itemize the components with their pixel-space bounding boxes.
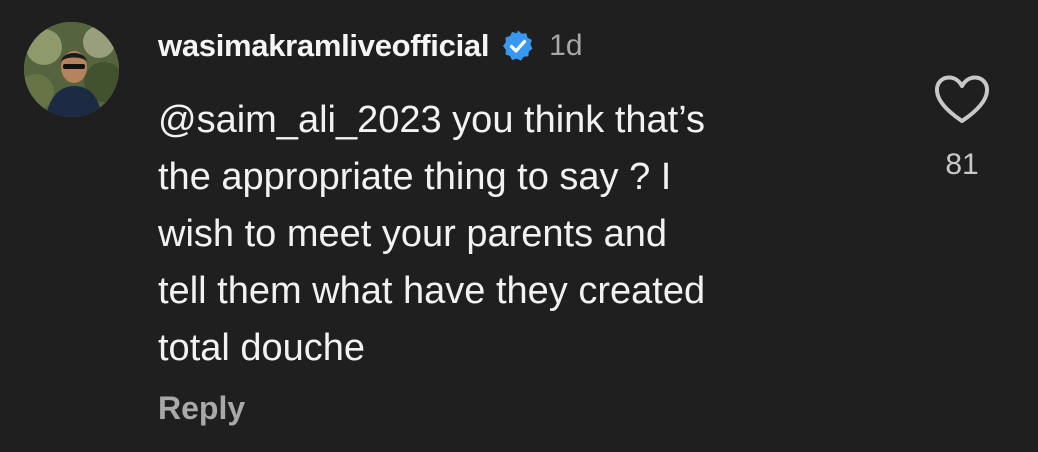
comment-item: wasimakramliveofficial 1d @saim_ali_2023… <box>0 0 1038 452</box>
heart-outline-icon <box>934 75 990 123</box>
like-count: 81 <box>945 148 979 181</box>
reply-button[interactable]: Reply <box>158 390 245 427</box>
profile-avatar-icon <box>24 22 119 117</box>
username-link[interactable]: wasimakramliveofficial <box>158 28 489 64</box>
verified-badge-icon <box>501 29 535 63</box>
like-button[interactable] <box>933 74 991 126</box>
comment-timestamp: 1d <box>549 29 583 62</box>
avatar[interactable] <box>24 22 119 117</box>
comment-text: @saim_ali_2023 you think that’s the appr… <box>158 99 706 369</box>
comment-header: wasimakramliveofficial 1d <box>158 24 583 68</box>
